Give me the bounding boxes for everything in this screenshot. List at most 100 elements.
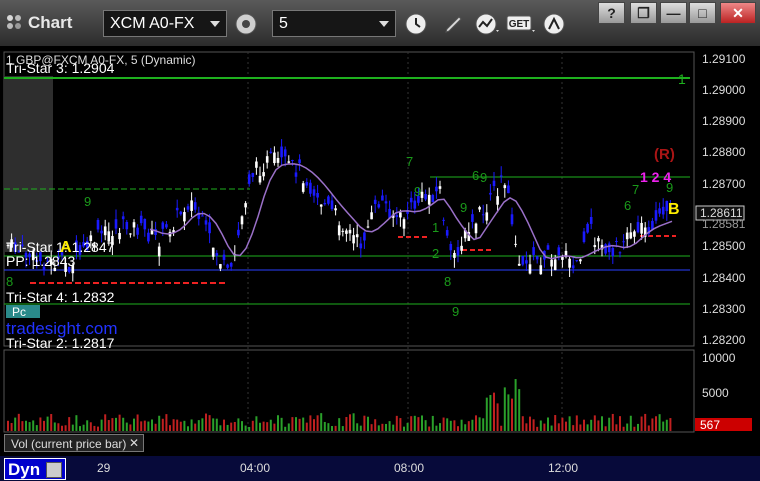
- settings-button[interactable]: [232, 10, 260, 37]
- candle-body: [427, 194, 431, 205]
- volume-bar: [97, 426, 99, 431]
- get-label: GET: [509, 19, 530, 30]
- time-axis-bar[interactable]: [0, 456, 760, 481]
- get-button[interactable]: GET: [506, 10, 538, 37]
- maximize-button[interactable]: □: [689, 2, 716, 24]
- volume-bar: [460, 419, 463, 431]
- price-tick: 1.28900: [702, 114, 746, 128]
- interval-select[interactable]: 5: [272, 10, 396, 37]
- candle-body: [129, 233, 132, 235]
- volume-bar: [248, 426, 251, 431]
- volume-bar: [629, 415, 632, 431]
- volume-bar: [511, 398, 513, 431]
- td-count: 7: [406, 154, 413, 169]
- volume-bar: [143, 420, 146, 431]
- candle-body: [330, 200, 334, 210]
- candle-body: [561, 257, 564, 260]
- volume-bar: [197, 420, 200, 431]
- candle-body: [118, 232, 121, 240]
- candle-body: [510, 214, 514, 225]
- candle-body: [222, 254, 226, 261]
- volume-bar: [104, 414, 107, 431]
- candle-body: [337, 225, 341, 236]
- volume-bar: [118, 414, 121, 431]
- close-icon[interactable]: ✕: [129, 436, 139, 450]
- candle-body: [114, 219, 118, 229]
- candle-body: [633, 231, 636, 237]
- indicator-button[interactable]: [474, 10, 502, 37]
- candle-body: [586, 223, 589, 233]
- volume-bar: [565, 421, 567, 431]
- candle-body: [499, 175, 503, 177]
- close-button[interactable]: ✕: [720, 2, 756, 24]
- td-count: 9: [666, 180, 673, 195]
- candle-body: [636, 222, 640, 233]
- volume-bar: [237, 418, 240, 431]
- volume-bar: [536, 426, 539, 431]
- time-button[interactable]: [402, 10, 430, 37]
- help-button[interactable]: ?: [598, 2, 625, 24]
- volume-bar: [14, 417, 17, 431]
- draw-button[interactable]: [440, 10, 468, 37]
- candle-body: [179, 211, 183, 215]
- volume-bar: [39, 417, 42, 431]
- volume-bar: [572, 425, 575, 431]
- price-tick: 1.29100: [702, 52, 746, 66]
- volume-bar: [169, 425, 171, 431]
- tri-star-4-label: Tri-Star 4: 1.2832: [6, 289, 115, 305]
- volume-bar: [334, 425, 337, 431]
- volume-bar: [68, 417, 71, 431]
- restore-button[interactable]: ❐: [630, 2, 657, 24]
- candle-body: [625, 232, 629, 240]
- volume-bar: [161, 418, 164, 431]
- candle-body: [175, 207, 179, 211]
- chart-area[interactable]: Tri-Star 3: 1.2904 1 GBP@FXCM A0-FX, 5 (…: [0, 46, 760, 481]
- volume-bar: [32, 420, 35, 431]
- candle-body: [528, 264, 532, 274]
- volume-bar: [107, 420, 110, 431]
- candle-body: [532, 247, 535, 255]
- candle-body: [521, 255, 525, 265]
- candle-body: [535, 256, 539, 260]
- alert-button[interactable]: [540, 10, 568, 37]
- pencil-icon: [445, 15, 462, 33]
- candle-body: [557, 247, 561, 256]
- volume-bar: [496, 403, 499, 431]
- volume-bar: [147, 421, 150, 431]
- candle-body: [103, 226, 107, 236]
- volume-bar: [154, 423, 157, 431]
- lock-icon: [46, 462, 62, 478]
- candle-body: [327, 196, 330, 204]
- symbol-select[interactable]: XCM A0-FX: [103, 10, 227, 37]
- volume-bar: [136, 414, 139, 431]
- minimize-button[interactable]: —: [660, 2, 687, 24]
- candle-body: [341, 230, 345, 232]
- volume-bar: [421, 415, 423, 431]
- window-title: Chart: [28, 13, 73, 32]
- volume-bar: [388, 421, 391, 431]
- volume-bar: [395, 415, 398, 431]
- volume-bar: [406, 422, 409, 431]
- volume-tick: 10000: [702, 351, 736, 365]
- candle-body: [611, 247, 615, 257]
- td-count: 6: [472, 168, 479, 183]
- volume-bar: [298, 418, 301, 431]
- volume-bar: [194, 423, 197, 431]
- candle-body: [615, 241, 618, 243]
- volume-bar: [449, 420, 452, 431]
- volume-bar: [75, 415, 78, 431]
- candle-body: [183, 212, 186, 222]
- candle-body: [395, 215, 399, 217]
- candle-body: [651, 220, 654, 230]
- candle-body: [640, 222, 643, 234]
- candle-body: [219, 264, 222, 269]
- volume-bar: [626, 423, 629, 431]
- candle-body: [445, 230, 449, 236]
- price-tick: 1.28700: [702, 177, 746, 191]
- mark-b: B: [668, 201, 680, 218]
- dynamic-button[interactable]: Dyn: [4, 458, 66, 480]
- volume-bar: [100, 419, 103, 431]
- price-tick: 1.28400: [702, 271, 746, 285]
- volume-bar: [662, 421, 665, 431]
- candle-body: [449, 243, 453, 251]
